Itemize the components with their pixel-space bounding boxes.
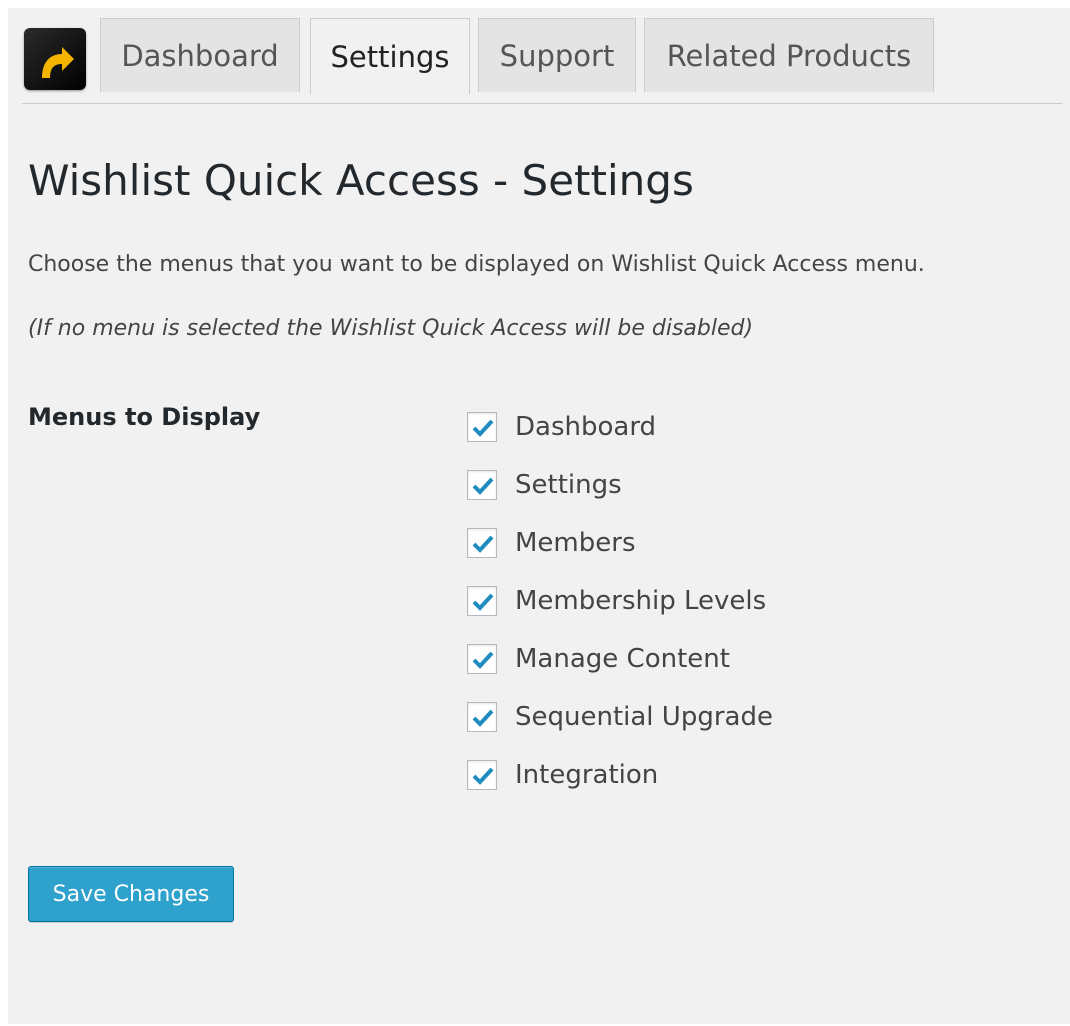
- option-label: Settings: [515, 470, 622, 500]
- option-label: Dashboard: [515, 412, 657, 442]
- option-sequential-upgrade[interactable]: Sequential Upgrade: [467, 688, 773, 746]
- option-manage-content[interactable]: Manage Content: [467, 630, 773, 688]
- page-description: Choose the menus that you want to be dis…: [28, 252, 925, 277]
- wishlist-logo-icon: [24, 28, 86, 90]
- sequential-upgrade-checkbox[interactable]: [467, 702, 497, 732]
- checkmark-icon: [472, 767, 494, 785]
- membership-levels-checkbox[interactable]: [467, 586, 497, 616]
- option-integration[interactable]: Integration: [467, 746, 773, 804]
- tab-divider: [22, 103, 1062, 104]
- menu-options-list: Dashboard Settings Members Membership Le…: [467, 398, 773, 804]
- tab-settings[interactable]: Settings: [310, 18, 470, 94]
- option-label: Members: [515, 528, 636, 558]
- page-title: Wishlist Quick Access - Settings: [28, 156, 694, 205]
- checkmark-icon: [472, 535, 494, 553]
- option-settings[interactable]: Settings: [467, 456, 773, 514]
- option-label: Integration: [515, 760, 659, 790]
- checkmark-icon: [472, 709, 494, 727]
- option-members[interactable]: Members: [467, 514, 773, 572]
- option-label: Membership Levels: [515, 586, 767, 616]
- tab-dashboard[interactable]: Dashboard: [100, 18, 300, 92]
- checkmark-icon: [472, 477, 494, 495]
- integration-checkbox[interactable]: [467, 760, 497, 790]
- settings-checkbox[interactable]: [467, 470, 497, 500]
- members-checkbox[interactable]: [467, 528, 497, 558]
- option-label: Manage Content: [515, 644, 730, 674]
- option-membership-levels[interactable]: Membership Levels: [467, 572, 773, 630]
- checkmark-icon: [472, 651, 494, 669]
- tab-related-products[interactable]: Related Products: [644, 18, 934, 92]
- dashboard-checkbox[interactable]: [467, 412, 497, 442]
- option-dashboard[interactable]: Dashboard: [467, 398, 773, 456]
- menus-to-display-label: Menus to Display: [28, 403, 261, 431]
- tab-support[interactable]: Support: [478, 18, 636, 92]
- manage-content-checkbox[interactable]: [467, 644, 497, 674]
- option-label: Sequential Upgrade: [515, 702, 773, 732]
- disabled-note: (If no menu is selected the Wishlist Qui…: [28, 316, 754, 341]
- save-changes-button[interactable]: Save Changes: [28, 866, 234, 922]
- checkmark-icon: [472, 419, 494, 437]
- checkmark-icon: [472, 593, 494, 611]
